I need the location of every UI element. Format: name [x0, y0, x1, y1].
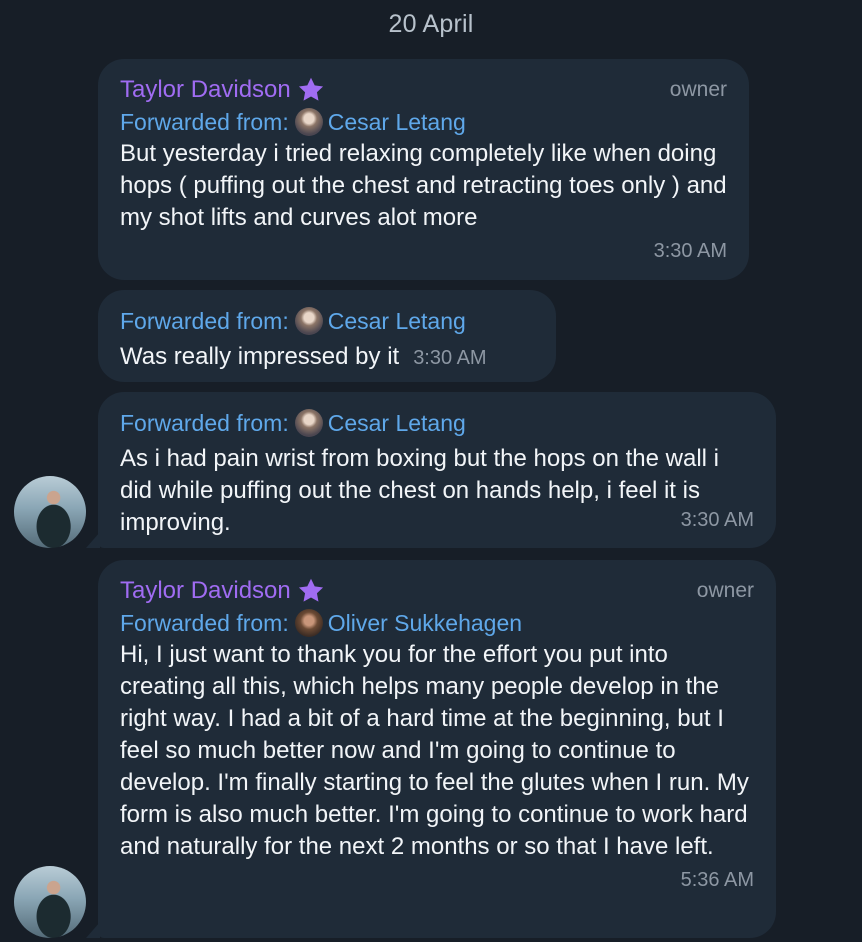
message-time: 3:30 AM	[653, 240, 727, 262]
forwarded-label: Forwarded from:	[120, 108, 289, 135]
message-time: 5:36 AM	[680, 869, 754, 891]
message-bubble[interactable]: Forwarded from: Cesar Letang As i had pa…	[98, 392, 776, 548]
star-icon	[298, 578, 323, 602]
forwarded-label: Forwarded from:	[120, 409, 289, 436]
forwarded-sender-name[interactable]: Cesar Letang	[328, 410, 466, 437]
user-avatar[interactable]	[14, 476, 86, 548]
sender-name-text[interactable]: Taylor Davidson	[120, 577, 291, 605]
forwarded-avatar[interactable]	[294, 307, 323, 335]
forwarded-header[interactable]: Forwarded from: Cesar Letang	[120, 305, 534, 337]
star-icon	[298, 77, 323, 101]
forwarded-avatar[interactable]	[294, 609, 323, 637]
message-time: 3:30 AM	[413, 347, 487, 369]
forwarded-sender-name[interactable]: Oliver Sukkehagen	[328, 610, 522, 637]
role-badge: owner	[696, 579, 754, 602]
user-avatar[interactable]	[14, 866, 86, 938]
forwarded-avatar[interactable]	[294, 108, 323, 136]
date-separator: 20 April	[388, 10, 474, 38]
forwarded-avatar[interactable]	[294, 409, 323, 437]
bubble-tail	[86, 532, 100, 548]
bubble-tail	[86, 922, 100, 938]
message-bubble[interactable]: Taylor Davidson owner Forwarded from: Ol…	[98, 560, 776, 938]
forwarded-header[interactable]: Forwarded from: Cesar Letang	[120, 106, 727, 138]
sender-name[interactable]: Taylor Davidson	[120, 75, 326, 105]
message-bubble[interactable]: Taylor Davidson owner Forwarded from: Ce…	[98, 59, 749, 280]
forwarded-sender-name[interactable]: Cesar Letang	[328, 308, 466, 335]
chat-view: 20 April Taylor Davidson owner Forwarded…	[0, 0, 862, 942]
forwarded-header[interactable]: Forwarded from: Oliver Sukkehagen	[120, 607, 754, 639]
message-text: Was really impressed by it	[120, 343, 400, 370]
forwarded-label: Forwarded from:	[120, 609, 289, 636]
forwarded-label: Forwarded from:	[120, 307, 289, 334]
message-text: But yesterday i tried relaxing completel…	[120, 140, 727, 231]
message-text: Hi, I just want to thank you for the eff…	[120, 641, 749, 860]
forwarded-header[interactable]: Forwarded from: Cesar Letang	[120, 407, 754, 439]
role-badge: owner	[669, 78, 727, 101]
sender-name-text[interactable]: Taylor Davidson	[120, 76, 291, 104]
message-bubble[interactable]: Forwarded from: Cesar Letang Was really …	[98, 290, 556, 382]
forwarded-sender-name[interactable]: Cesar Letang	[328, 109, 466, 136]
sender-name[interactable]: Taylor Davidson	[120, 576, 326, 606]
